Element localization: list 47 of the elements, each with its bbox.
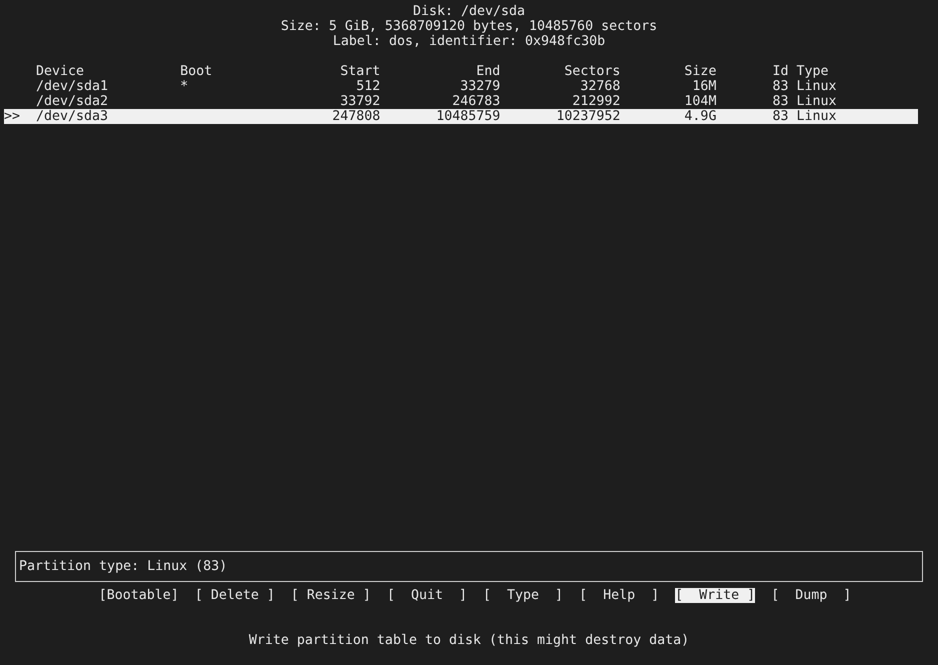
size-cell: 4.9G [684, 109, 716, 124]
id-cell: 83 [772, 79, 788, 94]
sectors-cell: 212992 [572, 94, 620, 109]
partition-row[interactable]: /dev/sda1 * 512 33279 32768 16M 83 Linux [4, 79, 918, 94]
start-cell: 247808 [332, 109, 380, 124]
partition-row[interactable]: >> /dev/sda3 247808 10485759 10237952 4.9G 83 Linux [4, 109, 918, 124]
column-header: Id [772, 64, 788, 79]
type-cell: Linux [796, 94, 837, 109]
info-text: Partition type: Linux (83) [19, 559, 228, 574]
menu-button[interactable]: [ Quit ] [386, 588, 467, 603]
id-cell: 83 [772, 109, 788, 124]
column-header: Boot [180, 64, 212, 79]
menu-button[interactable]: [Bootable] [98, 588, 179, 603]
menu-button[interactable]: [ Dump ] [771, 588, 852, 603]
end-cell: 246783 [452, 94, 500, 109]
device-cell: /dev/sda3 [36, 109, 108, 124]
column-header: Type [796, 64, 829, 79]
start-cell: 512 [356, 79, 380, 94]
disk-info-line: Size: 5 GiB, 5368709120 bytes, 10485760 sectors [280, 19, 658, 34]
size-cell: 16M [692, 79, 716, 94]
start-cell: 33792 [340, 94, 380, 109]
id-cell: 83 [772, 94, 788, 109]
column-header: Device [36, 64, 84, 79]
menu-button[interactable]: [ Delete ] [194, 588, 275, 603]
disk-info-line: Label: dos, identifier: 0x948fc30b [332, 34, 606, 49]
column-header: Start [340, 64, 380, 79]
size-cell: 104M [684, 94, 716, 109]
menu-button[interactable]: [ Type ] [483, 588, 564, 603]
device-cell: /dev/sda2 [36, 94, 108, 109]
disk-info-line: Disk: /dev/sda [412, 4, 526, 19]
type-cell: Linux [796, 109, 837, 124]
sectors-cell: 32768 [580, 79, 620, 94]
column-header: End [476, 64, 500, 79]
type-cell: Linux [796, 79, 837, 94]
column-header: Sectors [564, 64, 620, 79]
end-cell: 10485759 [436, 109, 500, 124]
column-header: Size [684, 64, 716, 79]
end-cell: 33279 [460, 79, 500, 94]
menu-button[interactable]: [ Help ] [579, 588, 660, 603]
partition-row[interactable]: /dev/sda2 33792 246783 212992 104M 83 Linux [4, 94, 918, 109]
hint-text: Write partition table to disk (this might destroy data) [248, 633, 690, 648]
cursor-marker: >> [4, 109, 20, 124]
menu-button[interactable]: [ Resize ] [290, 588, 371, 603]
device-cell: /dev/sda1 [36, 79, 108, 94]
sectors-cell: 10237952 [556, 109, 620, 124]
menu-button[interactable]: [ Write ] [675, 588, 756, 603]
boot-cell: * [180, 79, 188, 94]
